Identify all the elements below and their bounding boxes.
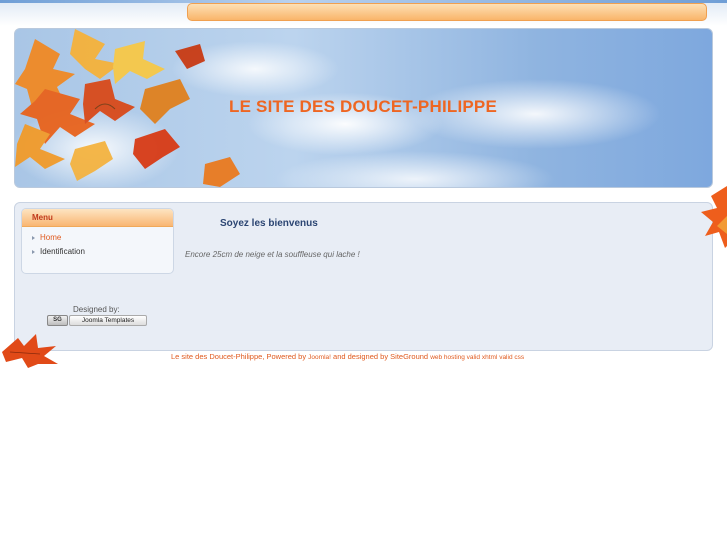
footer: Le site des Doucet-Philippe, Powered by … bbox=[171, 352, 524, 361]
bullet-icon bbox=[32, 250, 35, 254]
leaf-decoration-icon bbox=[701, 186, 727, 248]
menu-item-identification[interactable]: Identification bbox=[22, 245, 173, 259]
leaf-decoration-icon bbox=[2, 334, 58, 368]
menu-list: Home Identification bbox=[22, 227, 173, 259]
header-banner: LE SITE DES DOUCET-PHILIPPE bbox=[14, 28, 713, 188]
menu-module: Menu Home Identification bbox=[21, 208, 174, 274]
site-title: LE SITE DES DOUCET-PHILIPPE bbox=[229, 97, 497, 116]
footer-designed-by[interactable]: and designed by SiteGround bbox=[331, 352, 430, 361]
bullet-icon bbox=[32, 236, 35, 240]
footer-links[interactable]: web hosting valid xhtml valid css bbox=[430, 354, 524, 361]
footer-site-name: Le site des Doucet-Philippe bbox=[171, 352, 263, 361]
menu-title: Menu bbox=[22, 209, 173, 227]
content-text: Encore 25cm de neige et la souffleuse qu… bbox=[185, 250, 360, 259]
designed-by-label: Designed by: bbox=[73, 305, 120, 314]
siteground-logo[interactable]: SG bbox=[47, 315, 68, 326]
joomla-templates-link[interactable]: Joomla Templates bbox=[69, 315, 147, 326]
footer-joomla-link[interactable]: Joomla! bbox=[308, 354, 331, 361]
menu-item-label: Home bbox=[40, 233, 62, 242]
menu-item-label: Identification bbox=[40, 247, 85, 256]
top-navigation-bar bbox=[187, 3, 707, 21]
page: LE SITE DES DOUCET-PHILIPPE Menu Home Id… bbox=[0, 0, 727, 545]
content-heading: Soyez les bienvenus bbox=[220, 218, 318, 229]
menu-item-home[interactable]: Home bbox=[22, 231, 173, 245]
footer-powered-by: , Powered by bbox=[262, 352, 309, 361]
